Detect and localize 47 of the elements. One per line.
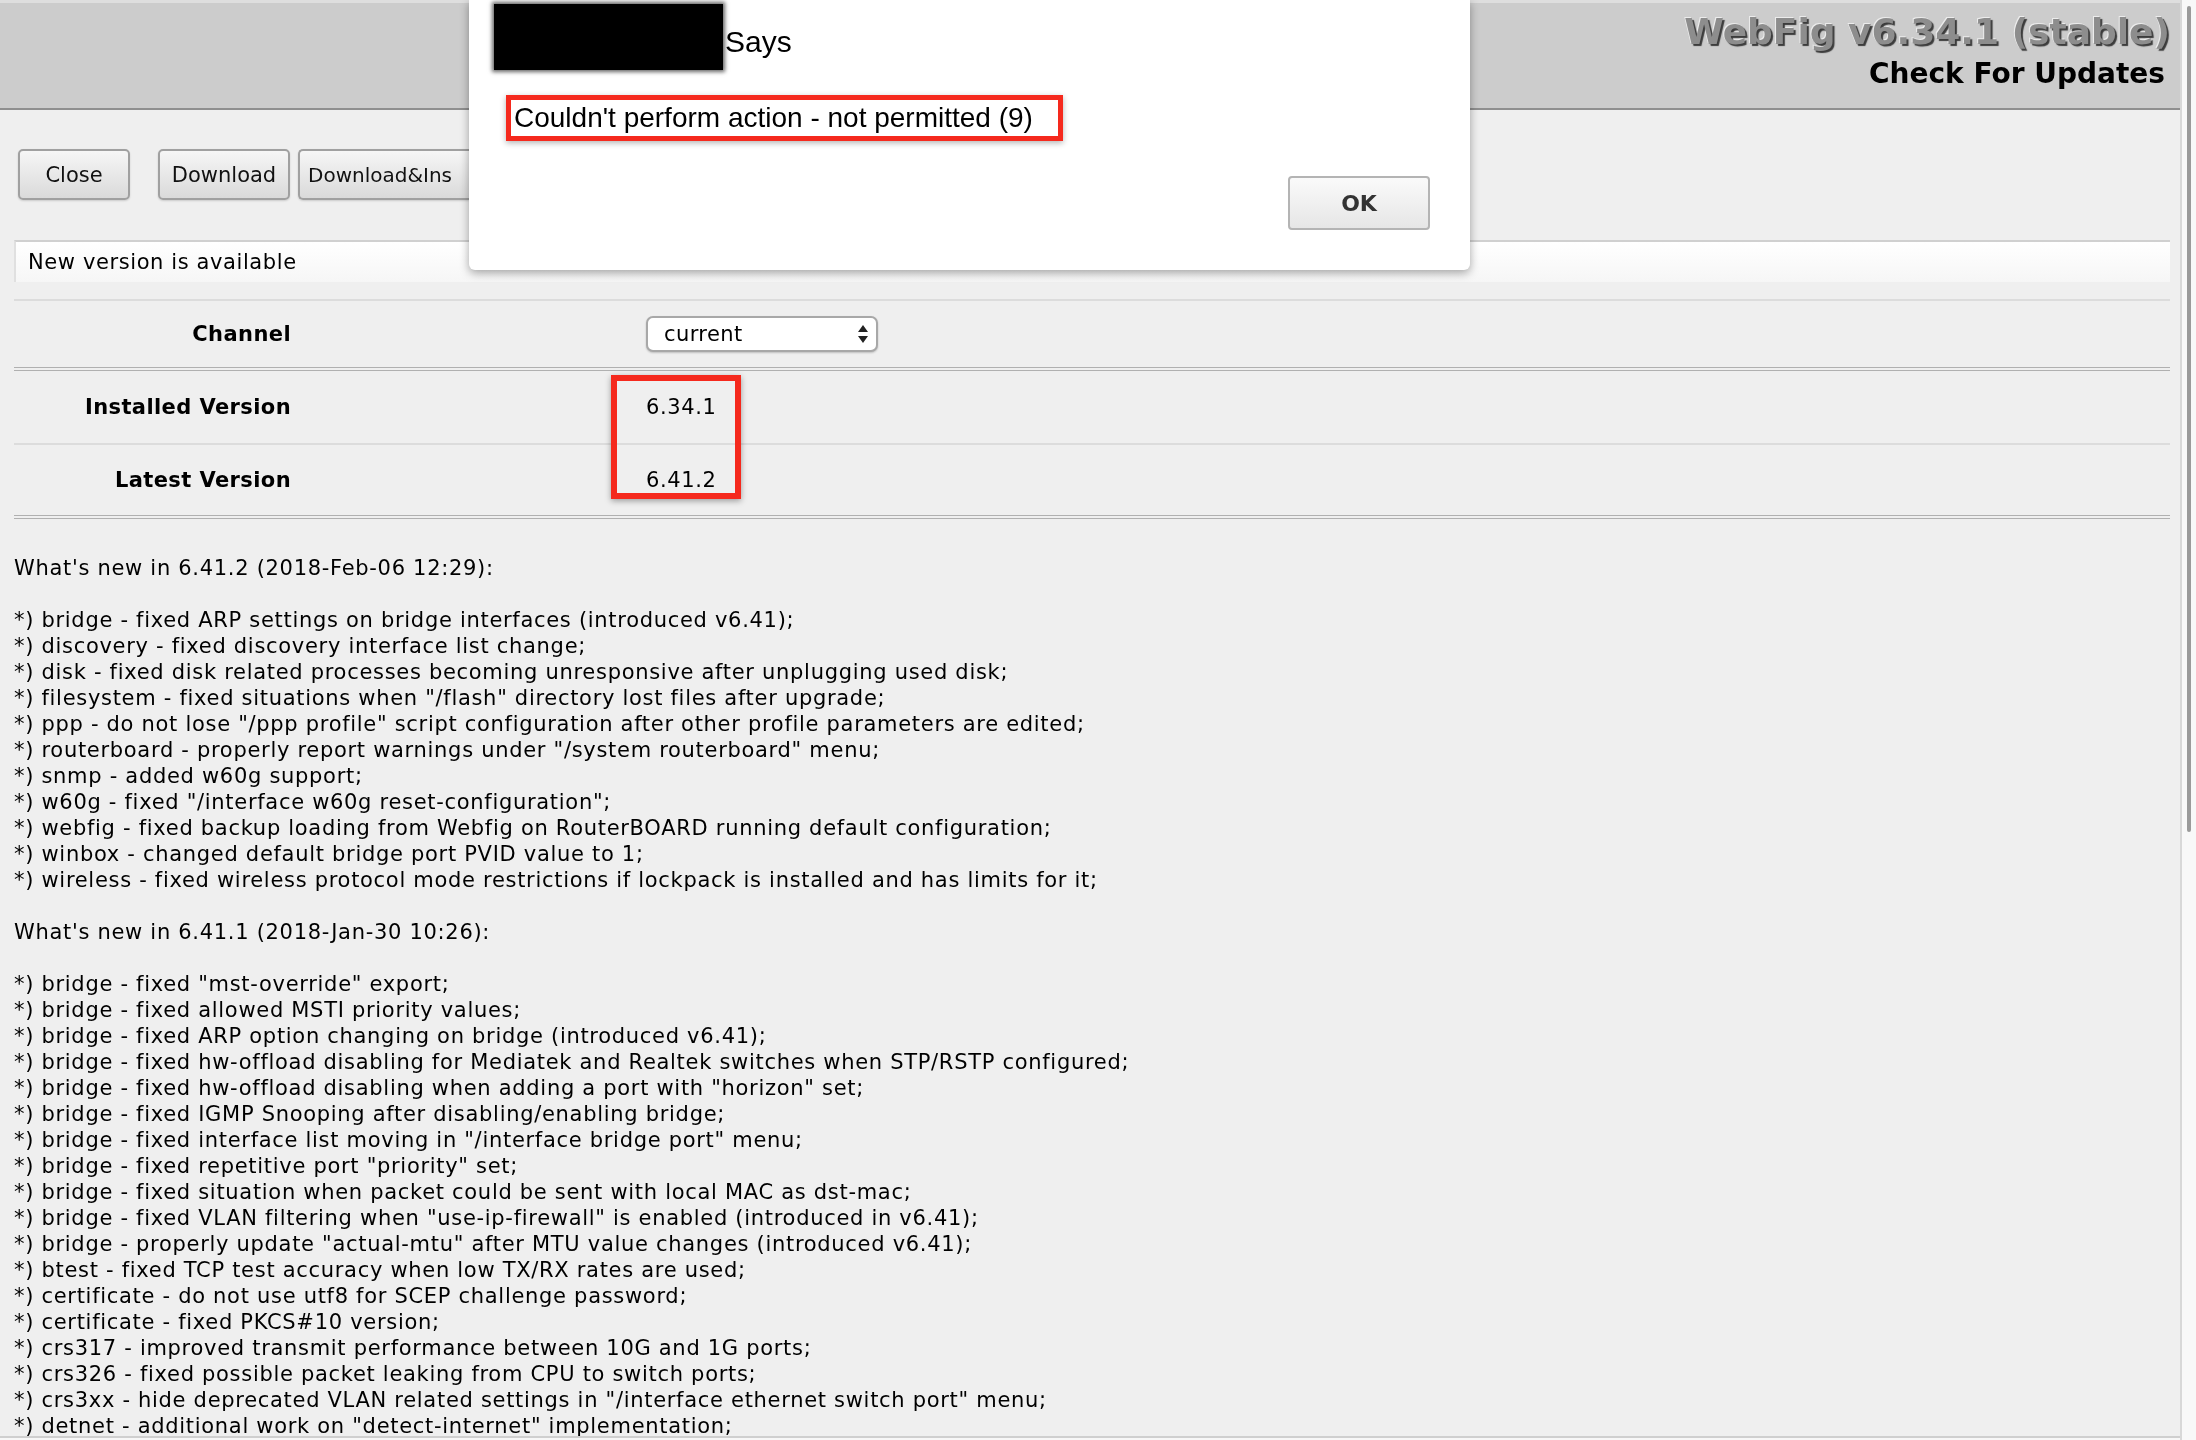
changelog-line: *) certificate - fixed PKCS#10 version; xyxy=(14,1309,440,1335)
changelog-line: *) crs317 - improved transmit performance between 10G and 1G ports; xyxy=(14,1335,812,1361)
field-value: 6.41.2 xyxy=(646,468,717,492)
changelog-line: *) crs3xx - hide deprecated VLAN related settings in "/interface ethernet switch port" menu; xyxy=(14,1387,1047,1413)
field-value: 6.34.1 xyxy=(646,395,717,419)
changelog-heading: What's new in 6.41.1 (2018-Jan-30 10:26): xyxy=(14,919,491,945)
field-label: Latest Version xyxy=(114,468,291,492)
channel-select[interactable]: current xyxy=(646,316,878,352)
changelog-line: *) discovery - fixed discovery interface list change; xyxy=(14,633,587,659)
changelog-line: *) ppp - do not lose "/ppp profile" script configuration after other profile parameters are edited; xyxy=(14,711,1085,737)
field-label: Installed Version xyxy=(84,395,291,419)
changelog-line: *) bridge - fixed VLAN filtering when "use-ip-firewall" is enabled (introduced in v6.41); xyxy=(14,1205,979,1231)
status-message: New version is available xyxy=(28,250,297,274)
sort-arrows-icon xyxy=(858,325,868,343)
changelog-line: *) bridge - fixed ARP settings on bridge interfaces (introduced v6.41); xyxy=(14,607,795,633)
changelog-line: *) bridge - fixed situation when packet could be sent with local MAC as dst-mac; xyxy=(14,1179,912,1205)
changelog-line: *) snmp - added w60g support; xyxy=(14,763,363,789)
dialog-title: Says xyxy=(725,25,792,59)
ok-button[interactable]: OK xyxy=(1288,176,1430,230)
changelog-line: *) routerboard - properly report warnings under "/system routerboard" menu; xyxy=(14,737,880,763)
changelog-line: *) filesystem - fixed situations when "/flash" directory lost files after upgrade; xyxy=(14,685,886,711)
changelog-heading: What's new in 6.41.2 (2018-Feb-06 12:29): xyxy=(14,555,494,581)
download-install-button[interactable]: Download&Ins xyxy=(298,149,469,200)
changelog-line: *) w60g - fixed "/interface w60g reset-configuration"; xyxy=(14,789,612,815)
changelog-line: *) bridge - properly update "actual-mtu" after MTU value changes (introduced v6.41); xyxy=(14,1231,972,1257)
changelog-line: *) bridge - fixed interface list moving in "/interface bridge port" menu; xyxy=(14,1127,803,1153)
changelog-line: *) bridge - fixed hw-offload disabling for Mediatek and Realtek switches when STP/RSTP configured; xyxy=(14,1049,1130,1075)
changelog-line: *) bridge - fixed ARP option changing on bridge (introduced v6.41); xyxy=(14,1023,767,1049)
changelog-line: *) bridge - fixed repetitive port "priority" set; xyxy=(14,1153,519,1179)
changelog-line: *) bridge - fixed allowed MSTI priority values; xyxy=(14,997,521,1023)
page-title: Check For Updates xyxy=(1869,57,2165,91)
changelog-line: *) certificate - do not use utf8 for SCEP challenge password; xyxy=(14,1283,688,1309)
dialog-message: Couldn't perform action - not permitted (9) xyxy=(514,102,1033,134)
changelog-line: *) bridge - fixed "mst-override" export; xyxy=(14,971,450,997)
changelog-line: *) webfig - fixed backup loading from Webfig on RouterBOARD running default configuration; xyxy=(14,815,1052,841)
changelog-line: *) btest - fixed TCP test accuracy when low TX/RX rates are used; xyxy=(14,1257,746,1283)
changelog-line: *) winbox - changed default bridge port PVID value to 1; xyxy=(14,841,644,867)
changelog-line: *) bridge - fixed IGMP Snooping after disabling/enabling bridge; xyxy=(14,1101,726,1127)
changelog-line: *) crs326 - fixed possible packet leaking from CPU to switch ports; xyxy=(14,1361,757,1387)
changelog-line: *) disk - fixed disk related processes becoming unresponsive after unplugging used disk; xyxy=(14,659,1009,685)
close-button[interactable]: Close xyxy=(18,149,130,200)
download-button[interactable]: Download xyxy=(158,149,290,200)
changelog-line: *) bridge - fixed hw-offload disabling when adding a port with "horizon" set; xyxy=(14,1075,864,1101)
changelog-line: *) wireless - fixed wireless protocol mode restrictions if lockpack is installed and has limits for it; xyxy=(14,867,1098,893)
scrollbar-thumb[interactable] xyxy=(2187,6,2191,832)
field-label: Channel xyxy=(192,322,291,346)
app-title: WebFig v6.34.1 (stable) xyxy=(1684,10,2170,54)
